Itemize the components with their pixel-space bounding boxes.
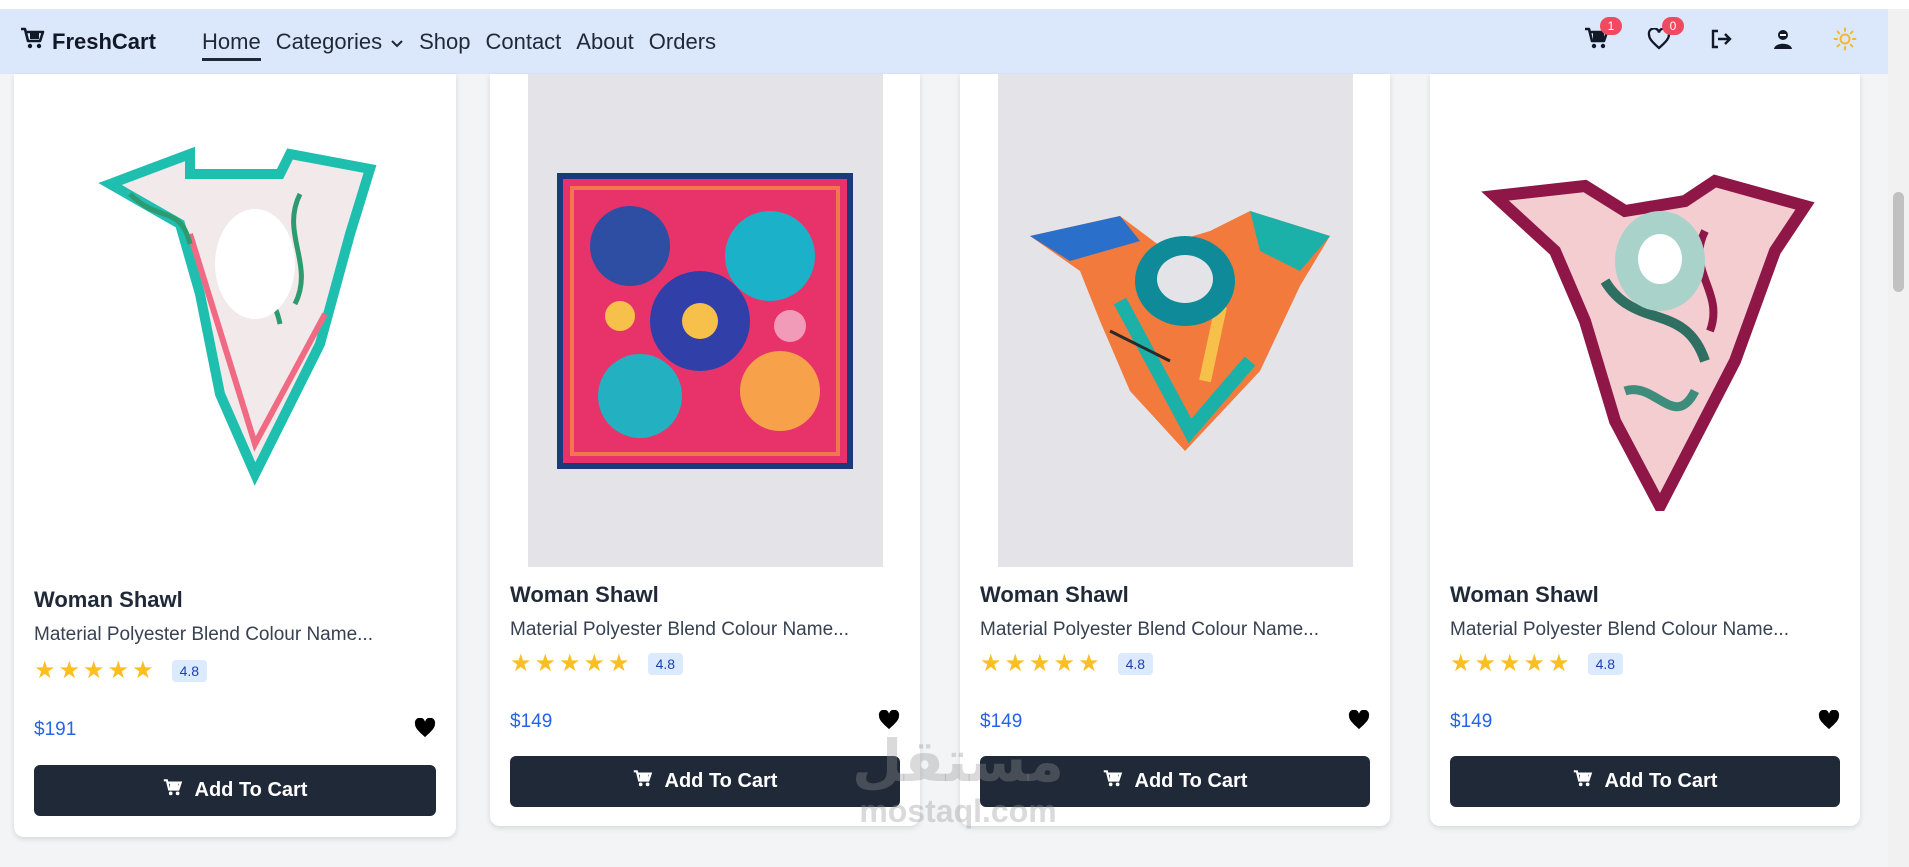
- nav-about[interactable]: About: [576, 29, 634, 55]
- star-rating-icons: ★ ★ ★ ★ ★: [34, 659, 154, 683]
- scrollbar-thumb[interactable]: [1893, 192, 1904, 292]
- add-to-cart-label: Add To Cart: [1604, 770, 1718, 792]
- product-card[interactable]: Woman Shawl Material Polyester Blend Col…: [490, 74, 920, 826]
- chevron-down-icon: [390, 29, 404, 55]
- heart-icon[interactable]: [878, 709, 900, 732]
- rating-value-badge: 4.8: [647, 653, 684, 675]
- nav-links: Home Categories Shop Contact About Order…: [202, 9, 716, 74]
- product-description: Material Polyester Blend Colour Name...: [34, 624, 373, 645]
- product-description: Material Polyester Blend Colour Name...: [1450, 619, 1789, 640]
- add-to-cart-label: Add To Cart: [194, 779, 308, 801]
- product-card[interactable]: Woman Shawl Material Polyester Blend Col…: [960, 74, 1390, 826]
- star-icon: ★: [1004, 650, 1027, 677]
- product-image[interactable]: [997, 74, 1353, 567]
- nav-shop[interactable]: Shop: [419, 29, 470, 55]
- star-rating-icons: ★ ★ ★ ★ ★: [510, 652, 630, 676]
- wishlist-count-badge: 0: [1662, 16, 1684, 35]
- brand-name: FreshCart: [52, 28, 156, 54]
- star-icon: ★: [1499, 650, 1521, 677]
- shawl-image: [1030, 210, 1330, 451]
- nav-orders[interactable]: Orders: [649, 29, 716, 55]
- star-icon: ★: [1474, 650, 1497, 677]
- star-icon: ★: [107, 657, 130, 684]
- star-icon: ★: [58, 657, 81, 684]
- cart-icon: [1103, 769, 1123, 795]
- add-to-cart-label: Add To Cart: [664, 770, 778, 792]
- product-description: Material Polyester Blend Colour Name...: [980, 619, 1319, 640]
- add-to-cart-button[interactable]: Add To Cart: [980, 756, 1370, 807]
- star-icon: ★: [1053, 650, 1076, 677]
- rating-value-badge: 4.8: [1587, 653, 1624, 675]
- cart-icon: [163, 778, 183, 804]
- star-icon: ★: [1078, 650, 1100, 677]
- cart-icon: [1573, 769, 1593, 795]
- product-price: $149: [980, 711, 1023, 732]
- product-card[interactable]: Woman Shawl Material Polyester Blend Col…: [14, 74, 456, 837]
- product-title[interactable]: Woman Shawl: [1450, 582, 1599, 608]
- product-image[interactable]: [527, 74, 883, 567]
- add-to-cart-label: Add To Cart: [1134, 770, 1248, 792]
- nav-icons: 1 0: [1584, 9, 1858, 74]
- product-description: Material Polyester Blend Colour Name...: [510, 619, 849, 640]
- logout-button[interactable]: [1708, 29, 1734, 55]
- product-price: $149: [1450, 711, 1493, 732]
- star-icon: ★: [34, 657, 56, 684]
- product-title[interactable]: Woman Shawl: [980, 582, 1129, 608]
- navbar: FreshCart Home Categories Shop Contact A…: [0, 9, 1888, 74]
- nav-categories[interactable]: Categories: [276, 29, 404, 55]
- star-icon: ★: [583, 650, 606, 677]
- star-icon: ★: [510, 650, 532, 677]
- rating-value-badge: 4.8: [171, 660, 208, 682]
- shawl-image: [98, 146, 377, 486]
- star-rating-icons: ★ ★ ★ ★ ★: [980, 652, 1100, 676]
- product-title[interactable]: Woman Shawl: [510, 582, 659, 608]
- star-icon: ★: [1029, 650, 1051, 677]
- star-icon: ★: [1450, 650, 1472, 677]
- star-icon: ★: [83, 657, 105, 684]
- wishlist-button[interactable]: 0: [1646, 16, 1684, 55]
- nav-categories-label: Categories: [275, 28, 383, 54]
- product-price: $149: [510, 711, 553, 732]
- product-rating: ★ ★ ★ ★ ★ 4.8: [980, 652, 1154, 676]
- product-title[interactable]: Woman Shawl: [34, 587, 183, 613]
- star-icon: ★: [608, 650, 630, 677]
- logout-icon: [1709, 28, 1733, 55]
- shawl-image: [557, 172, 853, 469]
- add-to-cart-button[interactable]: Add To Cart: [1450, 756, 1840, 807]
- theme-toggle-button[interactable]: [1832, 27, 1858, 56]
- add-to-cart-button[interactable]: Add To Cart: [34, 765, 436, 816]
- star-icon: ★: [559, 650, 581, 677]
- brand-logo[interactable]: FreshCart: [20, 9, 156, 74]
- product-card[interactable]: Woman Shawl Material Polyester Blend Col…: [1430, 74, 1860, 826]
- page-scrollbar[interactable]: [1888, 9, 1909, 867]
- product-rating: ★ ★ ★ ★ ★ 4.8: [34, 659, 208, 683]
- nav-home[interactable]: Home: [202, 29, 261, 61]
- browser-top-strip: [0, 0, 1909, 9]
- sun-icon: [1833, 27, 1857, 56]
- user-icon: [1772, 28, 1794, 55]
- profile-button[interactable]: [1770, 29, 1796, 55]
- star-icon: ★: [1548, 650, 1570, 677]
- star-rating-icons: ★ ★ ★ ★ ★: [1450, 652, 1570, 676]
- star-icon: ★: [534, 650, 557, 677]
- product-image[interactable]: [1430, 74, 1860, 567]
- cart-icon: [633, 769, 653, 795]
- cart-logo-icon: [20, 27, 46, 56]
- heart-icon[interactable]: [1818, 709, 1840, 732]
- star-icon: ★: [132, 657, 154, 684]
- cart-button[interactable]: 1: [1584, 16, 1622, 55]
- star-icon: ★: [980, 650, 1002, 677]
- cart-count-badge: 1: [1600, 16, 1622, 35]
- product-price: $191: [34, 719, 77, 740]
- add-to-cart-button[interactable]: Add To Cart: [510, 756, 900, 807]
- nav-contact[interactable]: Contact: [485, 29, 561, 55]
- product-rating: ★ ★ ★ ★ ★ 4.8: [1450, 652, 1624, 676]
- heart-icon[interactable]: [1348, 709, 1370, 732]
- product-rating: ★ ★ ★ ★ ★ 4.8: [510, 652, 684, 676]
- product-image[interactable]: [14, 74, 456, 544]
- heart-icon[interactable]: [414, 717, 436, 740]
- rating-value-badge: 4.8: [1117, 653, 1154, 675]
- shawl-image: [1481, 173, 1815, 511]
- star-icon: ★: [1523, 650, 1546, 677]
